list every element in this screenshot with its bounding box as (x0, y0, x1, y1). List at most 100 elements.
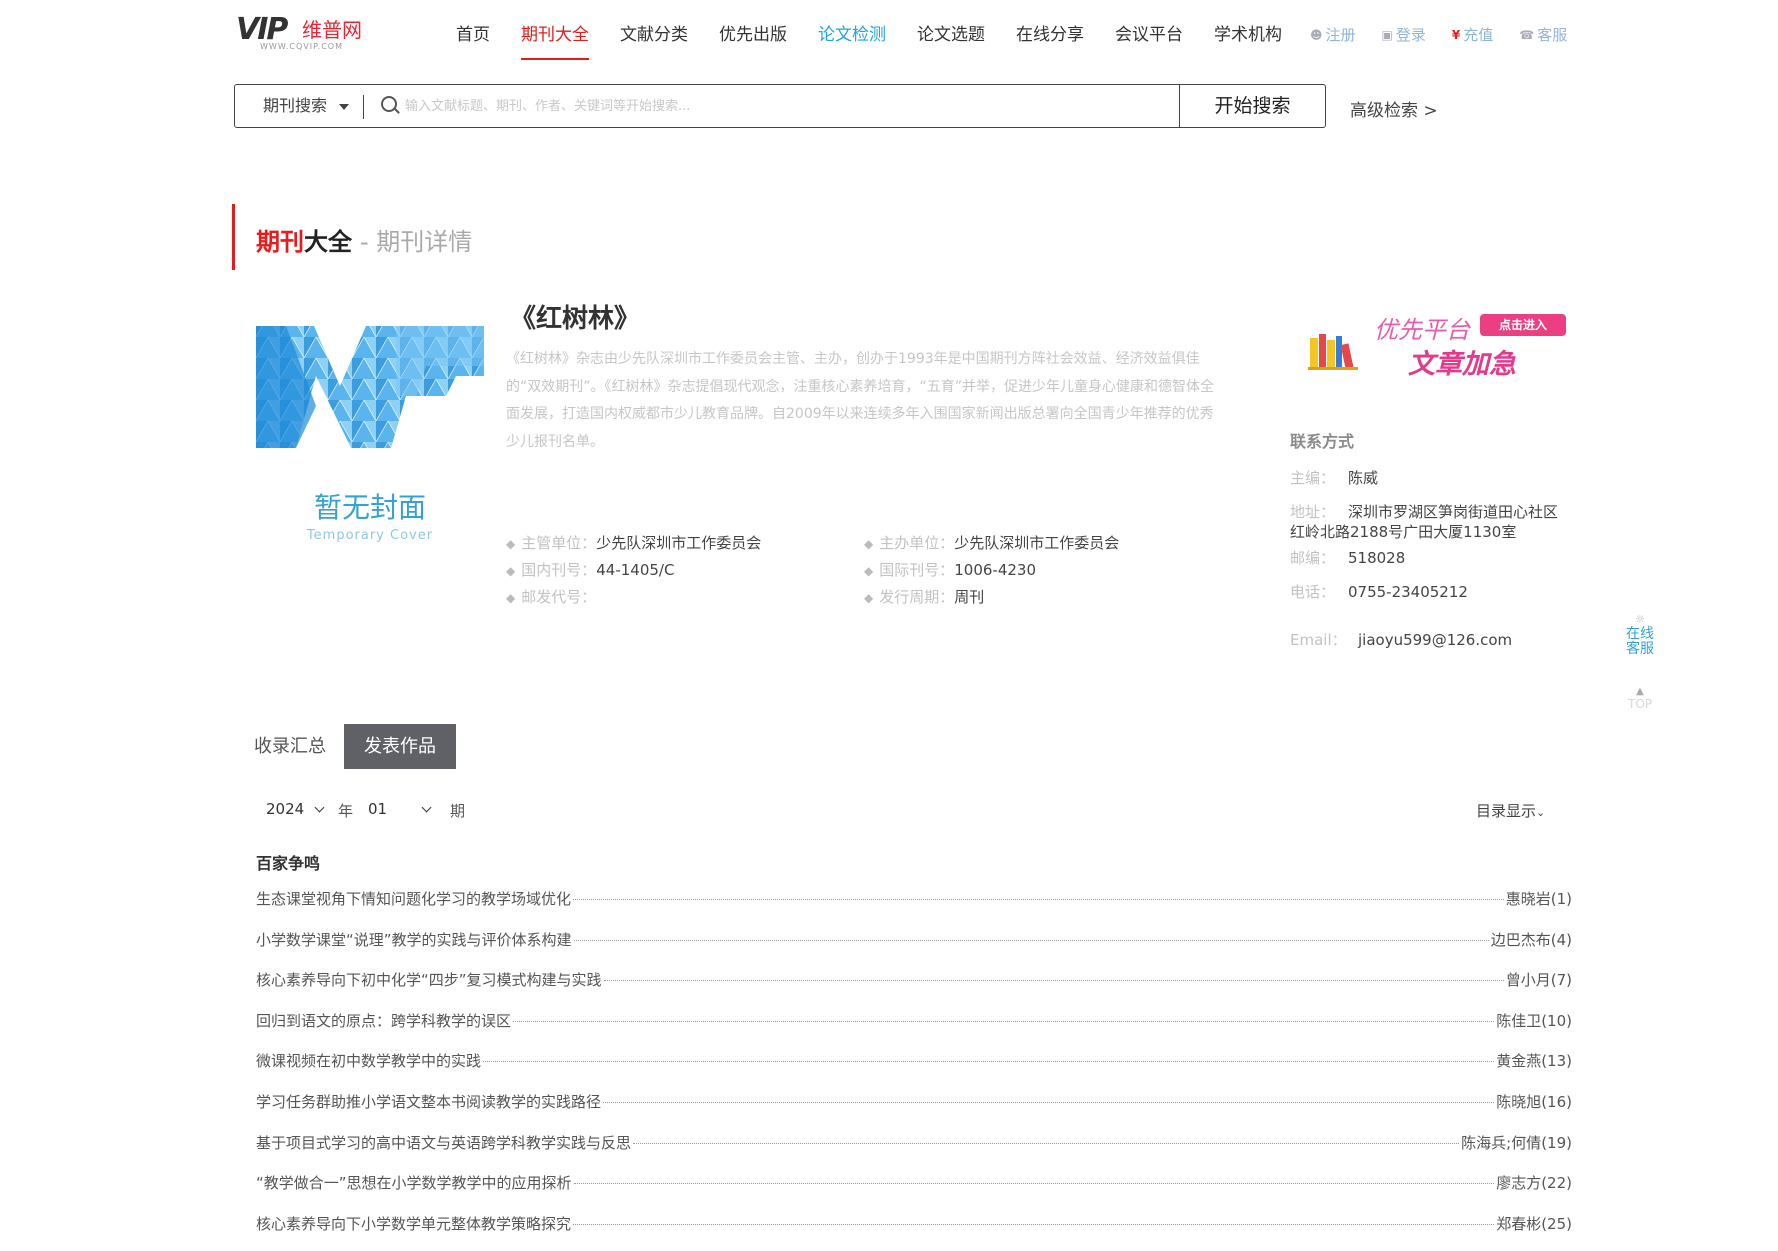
online-service-label-1: 在线 (1626, 626, 1654, 642)
toc-row[interactable]: 微课视频在初中数学教学中的实践 黄金燕(13) (256, 1050, 1572, 1091)
contact-value[interactable]: jiaoyu599@126.com (1358, 631, 1512, 649)
login-label: 登录 (1395, 26, 1426, 44)
tab-summary[interactable]: 收录汇总 (248, 724, 344, 769)
issue-unit: 期 (450, 802, 466, 820)
diamond-icon: ◆ (506, 591, 516, 605)
top-header: VIP 维普网 WWW.CQVIP.COM 首页 期刊大全 文献分类 优先出版 … (0, 0, 1778, 70)
vip-logo[interactable]: VIP 维普网 WWW.CQVIP.COM (236, 12, 376, 52)
article-author: 边巴杰布(4) (1490, 930, 1572, 949)
books-icon (1308, 334, 1358, 370)
toc-row[interactable]: 核心素养导向下初中化学“四步”复习模式构建与实践 曾小月(7) (256, 969, 1572, 1010)
leader-dots (513, 1020, 1495, 1022)
leader-dots (483, 1061, 1495, 1063)
article-title[interactable]: 核心素养导向下小学数学单元整体教学策略探究 (256, 1213, 571, 1234)
service-icon: ☼ (1634, 612, 1646, 626)
article-title[interactable]: 小学数学课堂“说理”教学的实践与评价体系构建 (256, 929, 572, 950)
contact-value: 518028 (1348, 549, 1406, 567)
article-title[interactable]: 基于项目式学习的高中语文与英语跨学科教学实践与反思 (256, 1132, 631, 1153)
content-tabs: 收录汇总 发表作品 (248, 724, 456, 769)
nav-literature-categories[interactable]: 文献分类 (620, 20, 688, 60)
search-type-dropdown[interactable]: 期刊搜索 (235, 85, 363, 127)
article-author: 黄金燕(13) (1496, 1052, 1572, 1071)
online-service-label-2: 客服 (1626, 641, 1654, 657)
toc-display-label: 目录显示 (1476, 802, 1537, 820)
issue-select[interactable]: 01 (368, 800, 432, 818)
tab-published-works[interactable]: 发表作品 (344, 724, 456, 769)
login-link[interactable]: ▣ 登录 (1382, 24, 1426, 45)
contact-label: 主编： (1290, 469, 1336, 487)
journal-title: 《红树林》 (510, 304, 641, 334)
back-to-top-button[interactable]: ▲ TOP (1620, 686, 1660, 711)
nav-paper-check[interactable]: 论文检测 (818, 20, 886, 60)
contact-value: 深圳市罗湖区笋岗街道田心社区 (1348, 503, 1559, 521)
meta-issn: ◆ 国际刊号：1006-4230 (864, 559, 1036, 580)
chevron-down-icon: ⌄ (1536, 806, 1546, 819)
nav-journals[interactable]: 期刊大全 (521, 20, 589, 60)
start-search-button[interactable]: 开始搜索 (1179, 84, 1326, 128)
no-cover-text: 暂无封面 (313, 491, 426, 524)
meta-frequency: ◆ 发行周期：周刊 (864, 586, 984, 607)
nav-home[interactable]: 首页 (456, 20, 490, 60)
toc-row[interactable]: 核心素养导向下小学数学单元整体教学策略探究 郑春彬(25) (256, 1213, 1572, 1251)
promo-enter-badge[interactable]: 点击进入 (1480, 314, 1566, 336)
leader-dots (603, 980, 1504, 982)
article-author: 陈晓旭(16) (1496, 1092, 1572, 1111)
priority-platform-banner[interactable]: 优先平台 点击进入 文章加急 (1302, 304, 1572, 384)
year-select[interactable]: 2024 (266, 800, 325, 818)
chevron-down-icon (314, 802, 325, 813)
nav-conference[interactable]: 会议平台 (1115, 20, 1183, 60)
nav-priority-publishing[interactable]: 优先出版 (719, 20, 787, 60)
meta-value: 少先队深圳市工作委员会 (954, 534, 1120, 552)
cover-placeholder-image (256, 326, 484, 448)
table-of-contents: 生态课堂视角下情知问题化学习的教学场域优化 惠晓岩(1) 小学数学课堂“说理”教学… (256, 888, 1572, 1251)
register-link[interactable]: ☻ 注册 (1310, 24, 1356, 45)
toc-row[interactable]: “教学做合一”思想在小学数学教学中的应用探析 廖志方(22) (256, 1172, 1572, 1213)
contact-zip: 邮编： 518028 (1290, 548, 1405, 568)
toc-row[interactable]: 学习任务群助推小学语文整本书阅读教学的实践路径 陈晓旭(16) (256, 1091, 1572, 1132)
article-title[interactable]: 生态课堂视角下情知问题化学习的教学场域优化 (256, 888, 571, 909)
section-title: 期刊大全 - 期刊详情 (256, 222, 472, 257)
article-author: 曾小月(7) (1505, 971, 1572, 990)
issue-value: 01 (368, 800, 388, 818)
article-title[interactable]: 核心素养导向下初中化学“四步”复习模式构建与实践 (256, 969, 602, 990)
toc-row[interactable]: 生态课堂视角下情知问题化学习的教学场域优化 惠晓岩(1) (256, 888, 1572, 929)
logo-chinese-name: 维普网 (302, 18, 362, 42)
meta-value: 44-1405/C (596, 561, 675, 579)
year-value: 2024 (266, 800, 305, 818)
meta-value: 周刊 (954, 588, 985, 606)
article-title[interactable]: 学习任务群助推小学语文整本书阅读教学的实践路径 (256, 1091, 601, 1112)
article-author: 郑春彬(25) (1496, 1214, 1572, 1233)
article-title[interactable]: 微课视频在初中数学教学中的实践 (256, 1050, 481, 1071)
arrow-up-icon: ▲ (1636, 686, 1644, 697)
recharge-link[interactable]: ¥ 充值 (1452, 24, 1493, 45)
no-cover-subtext: Temporary Cover (306, 528, 434, 543)
search-type-label: 期刊搜索 (263, 96, 328, 115)
article-author: 惠晓岩(1) (1505, 890, 1572, 908)
online-service-float[interactable]: ☼ 在线 客服 (1620, 612, 1660, 657)
article-title[interactable]: 回归到语文的原点：跨学科教学的误区 (256, 1010, 511, 1031)
contact-address: 地址： 深圳市罗湖区笋岗街道田心社区 红岭北路2188号广田大厦1130室 (1290, 502, 1558, 542)
article-title[interactable]: “教学做合一”思想在小学数学教学中的应用探析 (256, 1172, 572, 1193)
search-input[interactable] (405, 93, 1045, 119)
diamond-icon: ◆ (506, 564, 516, 578)
toc-row[interactable]: 小学数学课堂“说理”教学的实践与评价体系构建 边巴杰布(4) (256, 929, 1572, 970)
toc-row[interactable]: 回归到语文的原点：跨学科教学的误区 陈佳卫(10) (256, 1010, 1572, 1051)
section-title-red: 期刊 (256, 228, 304, 256)
nav-paper-topics[interactable]: 论文选题 (917, 20, 985, 60)
service-link[interactable]: ☎ 客服 (1519, 24, 1567, 45)
meta-cn-number: ◆ 国内刊号：44-1405/C (506, 559, 674, 580)
contact-label: Email： (1290, 631, 1347, 649)
leader-dots (573, 939, 1489, 941)
meta-sponsor: ◆ 主办单位：少先队深圳市工作委员会 (864, 532, 1119, 553)
article-author: 廖志方(22) (1496, 1174, 1572, 1193)
contact-value: 红岭北路2188号广田大厦1130室 (1290, 523, 1517, 541)
toc-display-toggle[interactable]: 目录显示⌄ (1476, 800, 1545, 821)
advanced-search-link[interactable]: 高级检索 > (1350, 96, 1438, 121)
user-icon: ☻ (1310, 27, 1323, 42)
toc-category-title: 百家争鸣 (256, 854, 321, 873)
toc-row[interactable]: 基于项目式学习的高中语文与英语跨学科教学实践与反思 陈海兵;何倩(19) (256, 1132, 1572, 1173)
nav-institutions[interactable]: 学术机构 (1214, 20, 1282, 60)
nav-online-share[interactable]: 在线分享 (1016, 20, 1084, 60)
user-links: ☻ 注册 ▣ 登录 ¥ 充值 ☎ 客服 (1310, 24, 1593, 45)
section-accent-bar (232, 204, 235, 270)
